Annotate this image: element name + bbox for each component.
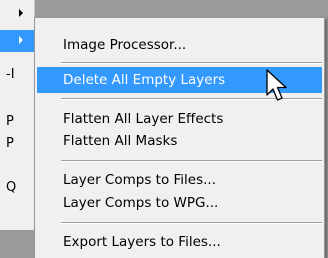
menu-separator [61, 62, 322, 64]
submenu-arrow-icon [19, 9, 23, 17]
parent-menu-item-3[interactable]: -I [0, 64, 34, 86]
menu-item-layer-comps-to-wpg[interactable]: Layer Comps to WPG... [37, 190, 322, 216]
submenu-arrow-icon [19, 36, 23, 44]
parent-menu-item-4[interactable]: P [0, 111, 34, 133]
mouse-pointer-icon [266, 69, 287, 101]
parent-menu-item-1[interactable] [0, 3, 34, 25]
screen: -I P P Q Image Processor... Delete All E… [0, 0, 328, 258]
parent-menu-item-6[interactable]: Q [0, 177, 34, 199]
parent-menu-item-5[interactable]: P [0, 133, 34, 155]
menu-separator [61, 160, 322, 162]
scripts-submenu: Image Processor... Delete All Empty Laye… [34, 17, 325, 258]
menu-item-flatten-all-masks[interactable]: Flatten All Masks [37, 128, 322, 154]
menu-item-export-layers-to-files[interactable]: Export Layers to Files... [37, 229, 322, 255]
menu-separator [61, 222, 322, 224]
parent-menu-item-label: P [6, 136, 14, 151]
parent-menu-item-label: P [6, 114, 14, 129]
parent-menu: -I P P Q [0, 0, 35, 230]
parent-menu-item-label: -I [6, 67, 15, 82]
menu-item-image-processor[interactable]: Image Processor... [37, 32, 322, 58]
parent-menu-item-label: Q [6, 180, 17, 195]
parent-menu-item-scripts[interactable] [0, 30, 34, 52]
